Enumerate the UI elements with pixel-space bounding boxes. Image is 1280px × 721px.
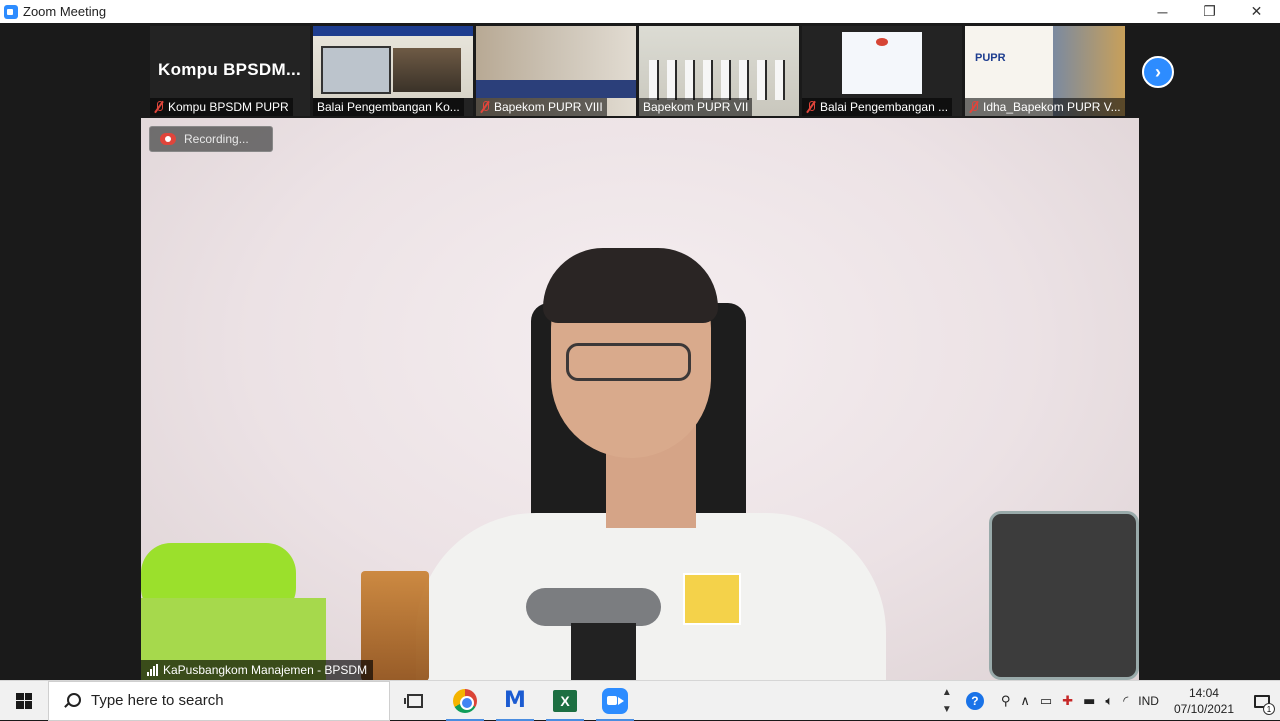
chrome-icon: [453, 688, 477, 713]
volume-tray-icon[interactable]: 🔈︎: [1100, 681, 1118, 721]
taskbar-search[interactable]: Type here to search: [48, 680, 390, 721]
minimize-button[interactable]: ─: [1139, 0, 1186, 23]
mic-muted-icon: [806, 101, 816, 113]
chevron-down-icon: ▼: [941, 704, 952, 715]
recording-indicator[interactable]: Recording...: [149, 126, 273, 152]
speaker-icon: 🔈︎: [1105, 693, 1114, 709]
people-tray-button[interactable]: ⚲: [996, 681, 1016, 721]
speaker-name: KaPusbangkom Manajemen - BPSDM: [163, 663, 368, 677]
taskbar-clock[interactable]: 14:04 07/10/2021: [1164, 685, 1244, 717]
wifi-icon: ◜: [1123, 693, 1129, 709]
help-icon: ?: [965, 692, 984, 710]
windows-logo-icon: [16, 692, 32, 709]
speaker-name-label: KaPusbangkom Manajemen - BPSDM: [141, 660, 374, 680]
video-glasses: [566, 343, 691, 381]
participant-profile-image: [842, 32, 922, 94]
participant-name-label: Balai Pengembangan Ko...: [313, 98, 464, 116]
up-arrow-icon: ∧: [1020, 693, 1030, 709]
gift-icon: ✚: [1062, 693, 1074, 709]
action-center-button[interactable]: 1: [1244, 681, 1280, 721]
language-indicator[interactable]: IND: [1133, 681, 1164, 721]
participant-name: Kompu BPSDM PUPR: [168, 100, 289, 114]
taskbar-scroll-arrows[interactable]: ▲ ▼: [940, 681, 954, 721]
participant-name: Bapekom PUPR VII: [643, 100, 749, 114]
chrome-taskbar-button[interactable]: [440, 681, 490, 721]
participant-tile[interactable]: Bapekom PUPR VII: [639, 26, 799, 116]
video-webcam-stand: [571, 623, 636, 680]
malwarebytes-taskbar-button[interactable]: M: [490, 681, 540, 721]
monitor-icon: ▭: [1039, 693, 1053, 709]
malwarebytes-icon: M: [504, 688, 526, 713]
video-audience-rows: [649, 60, 789, 100]
task-view-button[interactable]: [390, 681, 440, 721]
participant-tile[interactable]: Balai Pengembangan Ko...: [313, 26, 473, 116]
excel-icon: X: [553, 689, 577, 712]
window-title: Zoom Meeting: [23, 4, 107, 19]
window-controls: ─ ❐ ✕: [1139, 0, 1280, 23]
notification-badge: 1: [1263, 703, 1275, 715]
zoom-app-icon: [4, 4, 18, 19]
clock-date: 07/10/2021: [1173, 702, 1234, 716]
participant-name-label: Idha_Bapekom PUPR V...: [965, 98, 1125, 116]
participant-tile[interactable]: PUPR Idha_Bapekom PUPR V...: [965, 26, 1125, 116]
participant-tile[interactable]: Balai Pengembangan ...: [802, 26, 962, 116]
active-speaker-video[interactable]: Recording... KaPusbangkom Manajemen - BP…: [141, 118, 1139, 680]
participant-name-label: Bapekom PUPR VIII: [476, 98, 607, 116]
close-button[interactable]: ✕: [1233, 0, 1280, 23]
gallery-strip: Kompu BPSDM... Kompu BPSDM PUPR Balai Pe…: [150, 26, 1125, 116]
start-button[interactable]: [0, 681, 48, 721]
excel-taskbar-button[interactable]: X: [540, 681, 590, 721]
participant-video: [313, 26, 473, 98]
people-icon: ⚲: [1000, 693, 1011, 709]
mic-muted-icon: [154, 101, 164, 113]
participant-display-name: Kompu BPSDM...: [158, 60, 302, 79]
zoom-taskbar-button[interactable]: [590, 681, 640, 721]
participant-tile[interactable]: Bapekom PUPR VIII: [476, 26, 636, 116]
participant-name-label: Bapekom PUPR VII: [639, 98, 753, 116]
recording-icon: [160, 133, 176, 145]
mic-muted-icon: [480, 101, 490, 113]
gift-tray-icon[interactable]: ✚: [1057, 681, 1078, 721]
participant-name: Balai Pengembangan Ko...: [317, 100, 460, 114]
slide-screen: [321, 46, 391, 94]
battery-tray-icon[interactable]: ▬: [1078, 681, 1100, 721]
clock-time: 14:04: [1188, 686, 1219, 700]
chevron-right-icon: ›: [1155, 61, 1161, 82]
display-tray-icon[interactable]: ▭: [1035, 681, 1057, 721]
slide-room-image: [393, 48, 461, 92]
slide-brand: PUPR: [975, 52, 1006, 64]
zoom-icon: [602, 687, 628, 714]
window-titlebar: Zoom Meeting ─ ❐ ✕: [0, 0, 1280, 23]
video-person-hair: [543, 248, 718, 323]
search-icon: [63, 692, 81, 709]
participant-tile[interactable]: Kompu BPSDM... Kompu BPSDM PUPR: [150, 26, 310, 116]
system-tray: ▲ ▼ ? ⚲ ∧ ▭ ✚ ▬ 🔈︎ ◜ IND 14:04 07/10/202…: [940, 681, 1280, 721]
meeting-area: Kompu BPSDM... Kompu BPSDM PUPR Balai Pe…: [0, 23, 1280, 680]
search-placeholder: Type here to search: [91, 692, 224, 709]
participant-name-label: Kompu BPSDM PUPR: [150, 98, 293, 116]
video-id-card: [683, 573, 741, 625]
wifi-tray-icon[interactable]: ◜: [1118, 681, 1133, 721]
help-tray-button[interactable]: ?: [954, 681, 996, 721]
participant-name: Idha_Bapekom PUPR V...: [983, 100, 1121, 114]
recording-label: Recording...: [184, 132, 249, 146]
next-page-button[interactable]: ›: [1142, 56, 1174, 88]
pupr-logo-icon: [876, 38, 888, 46]
signal-strength-icon: [147, 664, 158, 676]
participant-name-label: Balai Pengembangan ...: [802, 98, 953, 116]
chevron-up-icon: ▲: [941, 687, 952, 698]
windows-taskbar: Type here to search M X ▲ ▼ ? ⚲ ∧ ▭ ✚ ▬ …: [0, 680, 1280, 721]
video-tablet: [989, 511, 1139, 680]
mic-muted-icon: [969, 101, 979, 113]
video-desk: [476, 80, 636, 98]
participant-name: Bapekom PUPR VIII: [494, 100, 603, 114]
maximize-button[interactable]: ❐: [1186, 0, 1233, 23]
battery-icon: ▬: [1083, 693, 1096, 709]
task-view-icon: [404, 693, 423, 708]
participant-name: Balai Pengembangan ...: [820, 100, 949, 114]
show-hidden-icons-button[interactable]: ∧: [1015, 681, 1035, 721]
video-webcam: [526, 588, 661, 626]
slide-header-band: [313, 26, 473, 36]
